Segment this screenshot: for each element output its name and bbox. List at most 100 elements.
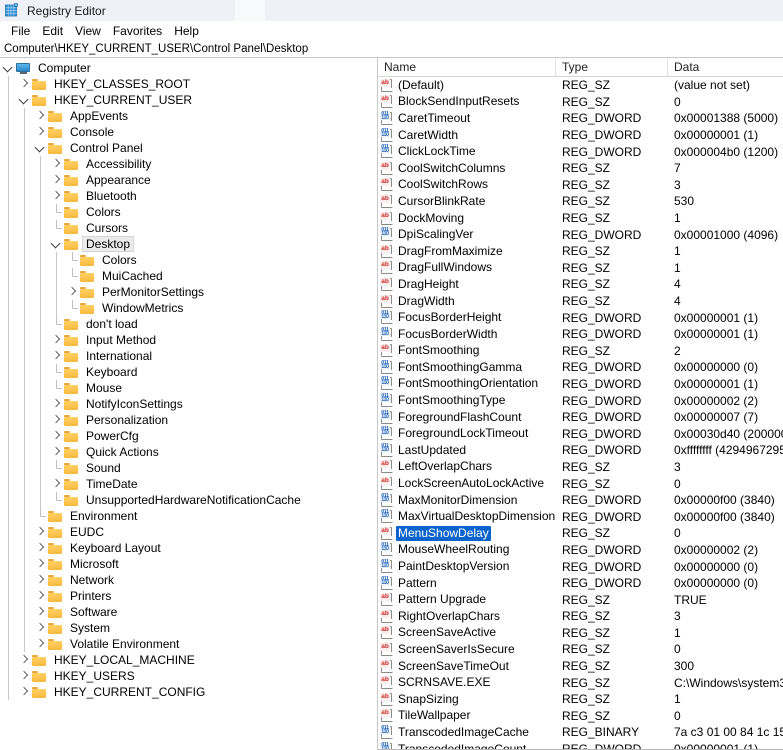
chevron-right-icon[interactable] bbox=[48, 428, 64, 444]
column-header-data[interactable]: Data bbox=[668, 58, 783, 76]
table-row[interactable]: ab CoolSwitchRows REG_SZ 3 bbox=[378, 177, 783, 194]
tree-item-cursors[interactable]: Cursors bbox=[0, 220, 377, 236]
table-row[interactable]: ab LeftOverlapChars REG_SZ 3 bbox=[378, 459, 783, 476]
menu-item-favorites[interactable]: Favorites bbox=[108, 23, 169, 39]
table-row[interactable]: 011 110 PaintDesktopVersion REG_DWORD 0x0000… bbox=[378, 558, 783, 575]
table-row[interactable]: ab CursorBlinkRate REG_SZ 530 bbox=[378, 193, 783, 210]
table-row[interactable]: 011 110 CaretTimeout REG_DWORD 0x00001388 (5… bbox=[378, 110, 783, 127]
table-row[interactable]: ab DockMoving REG_SZ 1 bbox=[378, 210, 783, 227]
menu-item-file[interactable]: File bbox=[6, 23, 37, 39]
chevron-right-icon[interactable] bbox=[32, 540, 48, 556]
menu-item-edit[interactable]: Edit bbox=[37, 23, 70, 39]
chevron-right-icon[interactable] bbox=[32, 572, 48, 588]
table-row[interactable]: 011 110 ForegroundFlashCount REG_DWORD 0x000… bbox=[378, 409, 783, 426]
table-row[interactable]: 011 110 MaxMonitorDimension REG_DWORD 0x0000… bbox=[378, 492, 783, 509]
tree-item-software[interactable]: Software bbox=[0, 604, 377, 620]
tree-item-appearance[interactable]: Appearance bbox=[0, 172, 377, 188]
table-row[interactable]: 011 110 ClickLockTime REG_DWORD 0x000004b0 (… bbox=[378, 143, 783, 160]
column-header-type[interactable]: Type bbox=[556, 58, 668, 76]
chevron-right-icon[interactable] bbox=[48, 348, 64, 364]
tree-item-printers[interactable]: Printers bbox=[0, 588, 377, 604]
tree-item-don-t-load[interactable]: don't load bbox=[0, 316, 377, 332]
chevron-right-icon[interactable] bbox=[32, 108, 48, 124]
table-row[interactable]: ab SnapSizing REG_SZ 1 bbox=[378, 691, 783, 708]
tree-item-hkey-current-config[interactable]: HKEY_CURRENT_CONFIG bbox=[0, 684, 377, 700]
tree-item-accessibility[interactable]: Accessibility bbox=[0, 156, 377, 172]
table-row[interactable]: ab RightOverlapChars REG_SZ 3 bbox=[378, 608, 783, 625]
tree-item-input-method[interactable]: Input Method bbox=[0, 332, 377, 348]
table-row[interactable]: 011 110 FontSmoothingGamma REG_DWORD 0x00000… bbox=[378, 359, 783, 376]
chevron-right-icon[interactable] bbox=[48, 188, 64, 204]
tree-item-bluetooth[interactable]: Bluetooth bbox=[0, 188, 377, 204]
chevron-down-icon[interactable] bbox=[32, 140, 48, 156]
chevron-right-icon[interactable] bbox=[64, 284, 80, 300]
tree-item-international[interactable]: International bbox=[0, 348, 377, 364]
tree-item-colors[interactable]: Colors bbox=[0, 252, 377, 268]
chevron-right-icon[interactable] bbox=[32, 524, 48, 540]
tree-item-hkey-local-machine[interactable]: HKEY_LOCAL_MACHINE bbox=[0, 652, 377, 668]
table-row[interactable]: ab DragFullWindows REG_SZ 1 bbox=[378, 260, 783, 277]
pane-splitter[interactable] bbox=[377, 58, 380, 750]
tree-item-system[interactable]: System bbox=[0, 620, 377, 636]
tree-item-control-panel[interactable]: Control Panel bbox=[0, 140, 377, 156]
chevron-down-icon[interactable] bbox=[0, 60, 16, 76]
tree-item-hkey-classes-root[interactable]: HKEY_CLASSES_ROOT bbox=[0, 76, 377, 92]
table-row[interactable]: ab CoolSwitchColumns REG_SZ 7 bbox=[378, 160, 783, 177]
chevron-right-icon[interactable] bbox=[32, 588, 48, 604]
table-row[interactable]: 011 110 TranscodedImageCache REG_BINARY 7a c… bbox=[378, 724, 783, 741]
chevron-right-icon[interactable] bbox=[32, 124, 48, 140]
tree-item-timedate[interactable]: TimeDate bbox=[0, 476, 377, 492]
table-row[interactable]: ab SCRNSAVE.EXE REG_SZ C:\Windows\system32\ bbox=[378, 674, 783, 691]
chevron-right-icon[interactable] bbox=[16, 684, 32, 700]
tree-item-console[interactable]: Console bbox=[0, 124, 377, 140]
table-row[interactable]: ab Pattern Upgrade REG_SZ TRUE bbox=[378, 591, 783, 608]
chevron-right-icon[interactable] bbox=[48, 332, 64, 348]
table-row[interactable]: 011 110 FocusBorderHeight REG_DWORD 0x000000… bbox=[378, 309, 783, 326]
chevron-right-icon[interactable] bbox=[32, 604, 48, 620]
table-row[interactable]: 011 110 MouseWheelRouting REG_DWORD 0x000000… bbox=[378, 542, 783, 559]
tree-item-notifyiconsettings[interactable]: NotifyIconSettings bbox=[0, 396, 377, 412]
tree-item-network[interactable]: Network bbox=[0, 572, 377, 588]
table-row[interactable]: 011 110 ForegroundLockTimeout REG_DWORD 0x00… bbox=[378, 425, 783, 442]
tree-item-keyboard[interactable]: Keyboard bbox=[0, 364, 377, 380]
tree-item-muicached[interactable]: MuiCached bbox=[0, 268, 377, 284]
chevron-right-icon[interactable] bbox=[48, 476, 64, 492]
chevron-right-icon[interactable] bbox=[48, 156, 64, 172]
tree-item-appevents[interactable]: AppEvents bbox=[0, 108, 377, 124]
table-row[interactable]: ab DragFromMaximize REG_SZ 1 bbox=[378, 243, 783, 260]
tree-item-mouse[interactable]: Mouse bbox=[0, 380, 377, 396]
table-row[interactable]: ab DragWidth REG_SZ 4 bbox=[378, 293, 783, 310]
table-row[interactable]: ab FontSmoothing REG_SZ 2 bbox=[378, 343, 783, 360]
tree-item-volatile-environment[interactable]: Volatile Environment bbox=[0, 636, 377, 652]
menu-item-help[interactable]: Help bbox=[169, 23, 206, 39]
table-row[interactable]: ab ScreenSaverIsSecure REG_SZ 0 bbox=[378, 641, 783, 658]
tree-item-personalization[interactable]: Personalization bbox=[0, 412, 377, 428]
tree-item-keyboard-layout[interactable]: Keyboard Layout bbox=[0, 540, 377, 556]
chevron-right-icon[interactable] bbox=[32, 620, 48, 636]
chevron-right-icon[interactable] bbox=[16, 652, 32, 668]
table-row[interactable]: 011 110 FontSmoothingOrientation REG_DWORD 0… bbox=[378, 376, 783, 393]
table-row[interactable]: 011 110 FontSmoothingType REG_DWORD 0x000000… bbox=[378, 392, 783, 409]
table-row[interactable]: 011 110 LastUpdated REG_DWORD 0xffffffff (42… bbox=[378, 442, 783, 459]
table-row[interactable]: ab ScreenSaveActive REG_SZ 1 bbox=[378, 625, 783, 642]
tree-item-microsoft[interactable]: Microsoft bbox=[0, 556, 377, 572]
table-row[interactable]: ab MenuShowDelay REG_SZ 0 bbox=[378, 525, 783, 542]
tree-item-computer[interactable]: Computer bbox=[0, 60, 377, 76]
table-row[interactable]: ab LockScreenAutoLockActive REG_SZ 0 bbox=[378, 475, 783, 492]
tree-item-environment[interactable]: Environment bbox=[0, 508, 377, 524]
tree-item-unsupportedhardwarenotificationcache[interactable]: UnsupportedHardwareNotificationCache bbox=[0, 492, 377, 508]
tree-item-eudc[interactable]: EUDC bbox=[0, 524, 377, 540]
tree-item-sound[interactable]: Sound bbox=[0, 460, 377, 476]
chevron-right-icon[interactable] bbox=[32, 556, 48, 572]
tree-item-desktop[interactable]: Desktop bbox=[0, 236, 377, 252]
table-row[interactable]: ab BlockSendInputResets REG_SZ 0 bbox=[378, 94, 783, 111]
tree-item-quick-actions[interactable]: Quick Actions bbox=[0, 444, 377, 460]
table-row[interactable]: ab (Default) REG_SZ (value not set) bbox=[378, 77, 783, 94]
table-row[interactable]: ab ScreenSaveTimeOut REG_SZ 300 bbox=[378, 658, 783, 675]
tree-item-powercfg[interactable]: PowerCfg bbox=[0, 428, 377, 444]
chevron-down-icon[interactable] bbox=[16, 92, 32, 108]
chevron-right-icon[interactable] bbox=[48, 412, 64, 428]
chevron-right-icon[interactable] bbox=[48, 444, 64, 460]
chevron-down-icon[interactable] bbox=[48, 236, 64, 252]
table-row[interactable]: 011 110 CaretWidth REG_DWORD 0x00000001 (1) bbox=[378, 127, 783, 144]
